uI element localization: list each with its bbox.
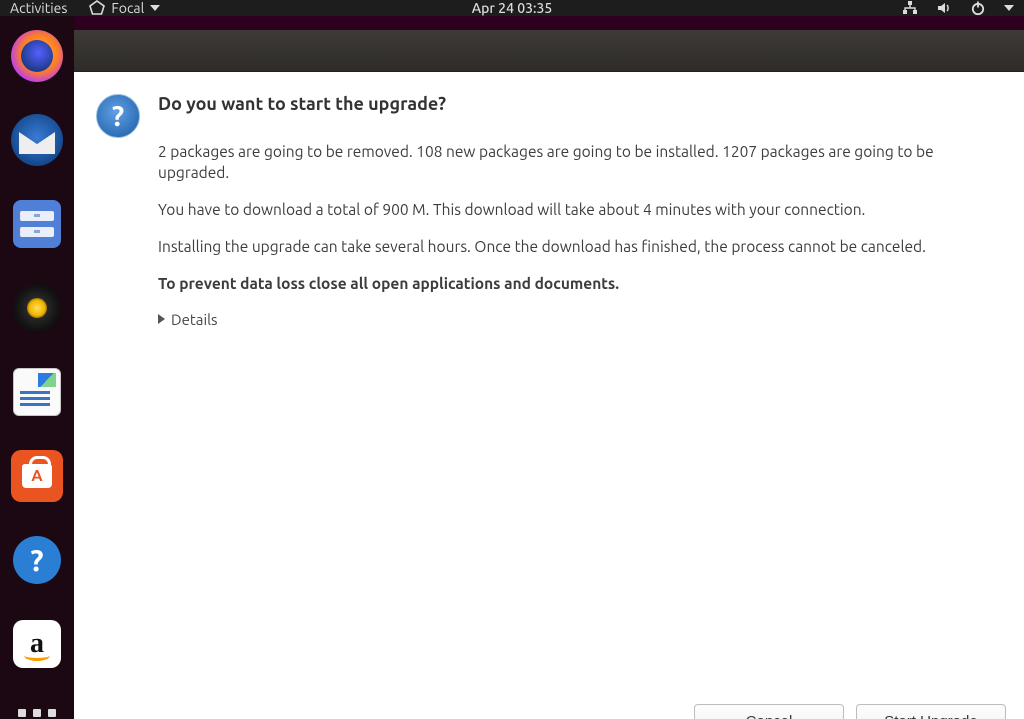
dock-item-libreoffice-writer[interactable] xyxy=(11,366,63,418)
gnome-top-bar: Activities Focal Apr 24 03:35 xyxy=(0,0,1024,16)
apps-grid-icon xyxy=(17,708,57,719)
dock-item-files[interactable] xyxy=(11,198,63,250)
triangle-right-icon xyxy=(158,314,165,324)
libreoffice-writer-icon xyxy=(13,368,61,416)
files-icon xyxy=(13,200,61,248)
volume-icon xyxy=(936,0,952,16)
chevron-down-icon xyxy=(150,5,160,11)
dock-item-firefox[interactable] xyxy=(11,30,63,82)
amazon-icon: a xyxy=(13,620,61,668)
dock-item-thunderbird[interactable] xyxy=(11,114,63,166)
details-label: Details xyxy=(171,311,218,328)
dialog-download-text: You have to download a total of 900 M. T… xyxy=(158,200,996,221)
dialog-packages-text: 2 packages are going to be removed. 108 … xyxy=(158,142,996,184)
upgrade-dialog: ? Do you want to start the upgrade? 2 pa… xyxy=(74,72,1024,719)
app-menu-label: Focal xyxy=(111,0,144,16)
question-icon: ? xyxy=(96,94,140,138)
activities-button[interactable]: Activities xyxy=(10,0,67,16)
ubuntu-dock: ? a xyxy=(0,16,74,719)
help-icon: ? xyxy=(13,536,61,584)
network-icon xyxy=(902,0,918,16)
window-titlebar[interactable] xyxy=(74,30,1024,72)
cancel-button[interactable]: Cancel xyxy=(694,704,844,719)
dialog-install-text: Installing the upgrade can take several … xyxy=(158,237,996,258)
dock-item-ubuntu-software[interactable] xyxy=(11,450,63,502)
focal-app-icon xyxy=(89,0,105,16)
ubuntu-software-icon xyxy=(11,450,63,502)
dock-item-rhythmbox[interactable] xyxy=(11,282,63,334)
chevron-down-icon xyxy=(1004,5,1014,11)
rhythmbox-icon xyxy=(13,284,61,332)
dock-item-help[interactable]: ? xyxy=(11,534,63,586)
thunderbird-icon xyxy=(11,114,63,166)
app-menu[interactable]: Focal xyxy=(89,0,160,16)
dialog-warning-text: To prevent data loss close all open appl… xyxy=(158,274,996,295)
system-status-area[interactable] xyxy=(902,0,1014,16)
power-icon xyxy=(970,0,986,16)
dock-item-show-applications[interactable] xyxy=(11,702,63,719)
details-expander[interactable]: Details xyxy=(158,311,996,328)
dialog-title: Do you want to start the upgrade? xyxy=(158,94,996,114)
start-upgrade-button[interactable]: Start Upgrade xyxy=(856,704,1006,719)
firefox-icon xyxy=(11,30,63,82)
dock-item-amazon[interactable]: a xyxy=(11,618,63,670)
clock[interactable]: Apr 24 03:35 xyxy=(472,0,553,16)
